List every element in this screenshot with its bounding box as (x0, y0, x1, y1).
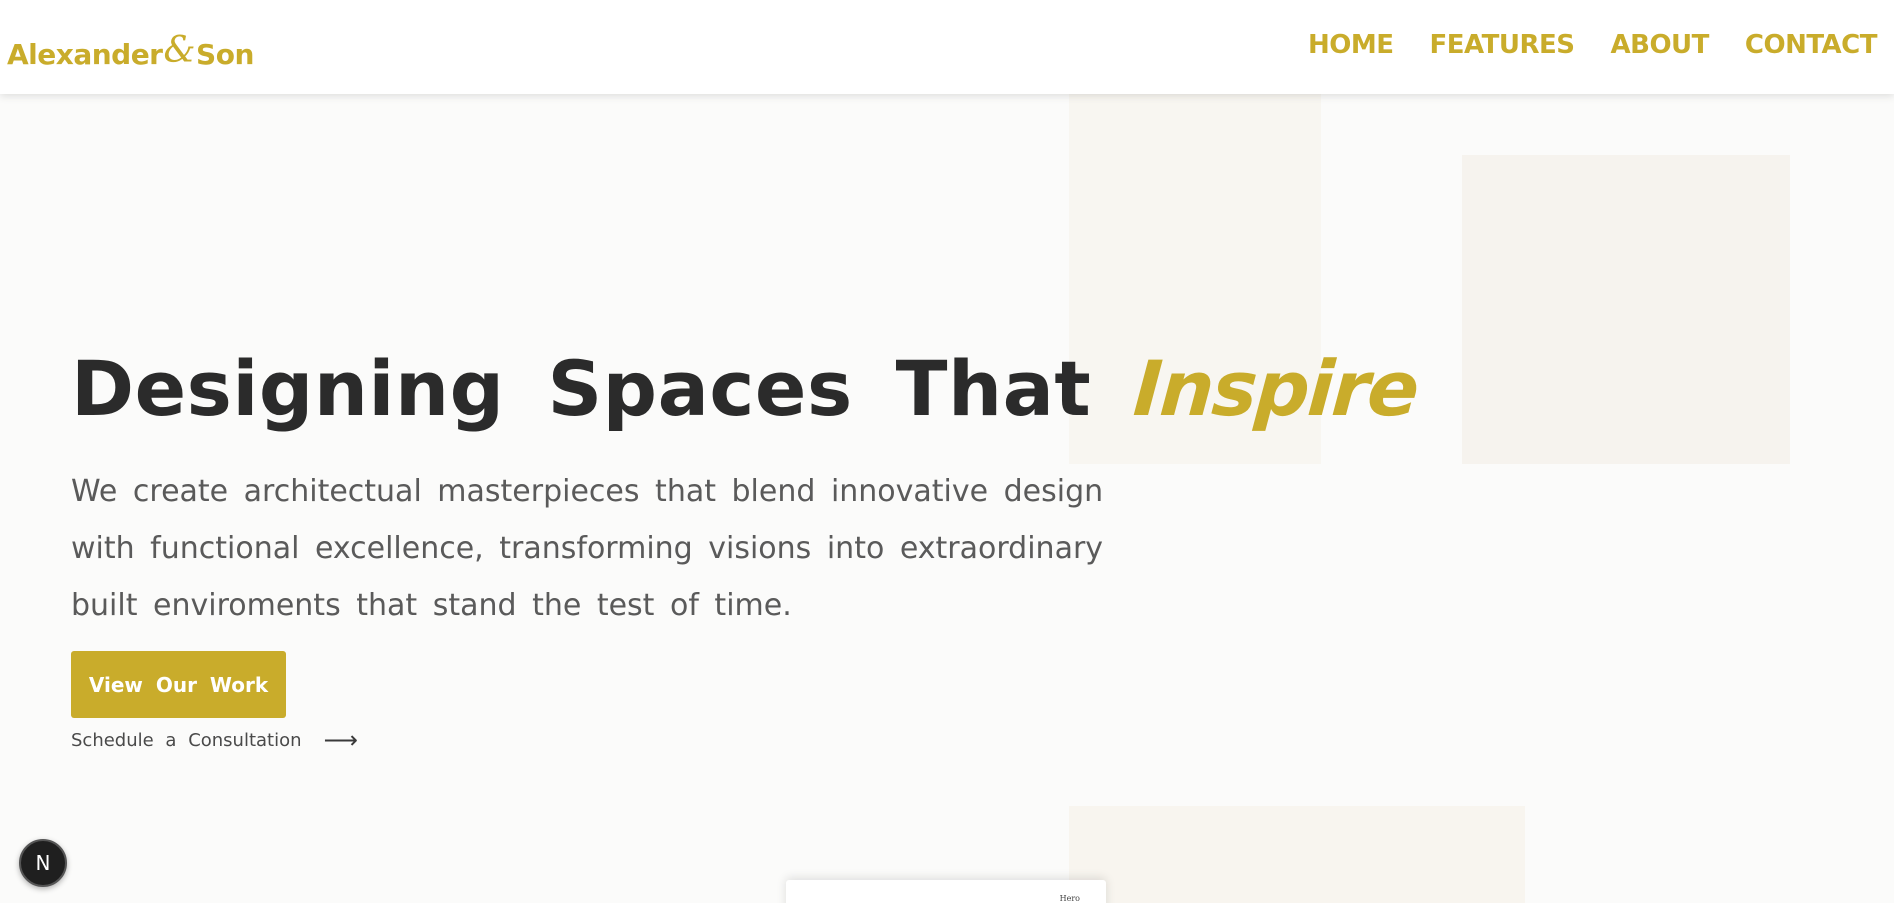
nav-contact[interactable]: CONTACT (1745, 30, 1878, 60)
main-nav: HOME FEATURES ABOUT CONTACT (1308, 30, 1877, 60)
preview-card: Hero (786, 880, 1106, 903)
background-panel-bottom (1069, 806, 1525, 903)
nav-about[interactable]: ABOUT (1611, 30, 1710, 60)
dev-badge-letter: N (35, 851, 51, 875)
nav-home[interactable]: HOME (1308, 30, 1394, 60)
schedule-consultation-link[interactable]: Schedule a Consultation ⟶ (71, 728, 358, 752)
hero-title-main: Designing Spaces That (71, 344, 1092, 433)
site-header: Alexander & Son HOME FEATURES ABOUT CONT… (0, 0, 1894, 94)
logo-first: Alexander (7, 38, 163, 71)
view-our-work-button[interactable]: View Our Work (71, 651, 286, 718)
hero-title: Designing Spaces That Inspire (71, 344, 1421, 433)
schedule-consultation-label: Schedule a Consultation (71, 729, 302, 751)
hero-title-accent: Inspire (1131, 344, 1421, 433)
arrow-right-icon: ⟶ (323, 726, 358, 754)
preview-card-label: Hero (1059, 894, 1080, 903)
logo-last: Son (196, 38, 254, 71)
logo-ampersand: & (163, 30, 196, 71)
background-panel-right (1462, 155, 1790, 464)
logo[interactable]: Alexander & Son (7, 30, 254, 73)
nav-features[interactable]: FEATURES (1430, 30, 1575, 60)
hero-description: We create architectual masterpieces that… (71, 474, 1104, 623)
nextjs-icon[interactable]: N (19, 839, 67, 887)
